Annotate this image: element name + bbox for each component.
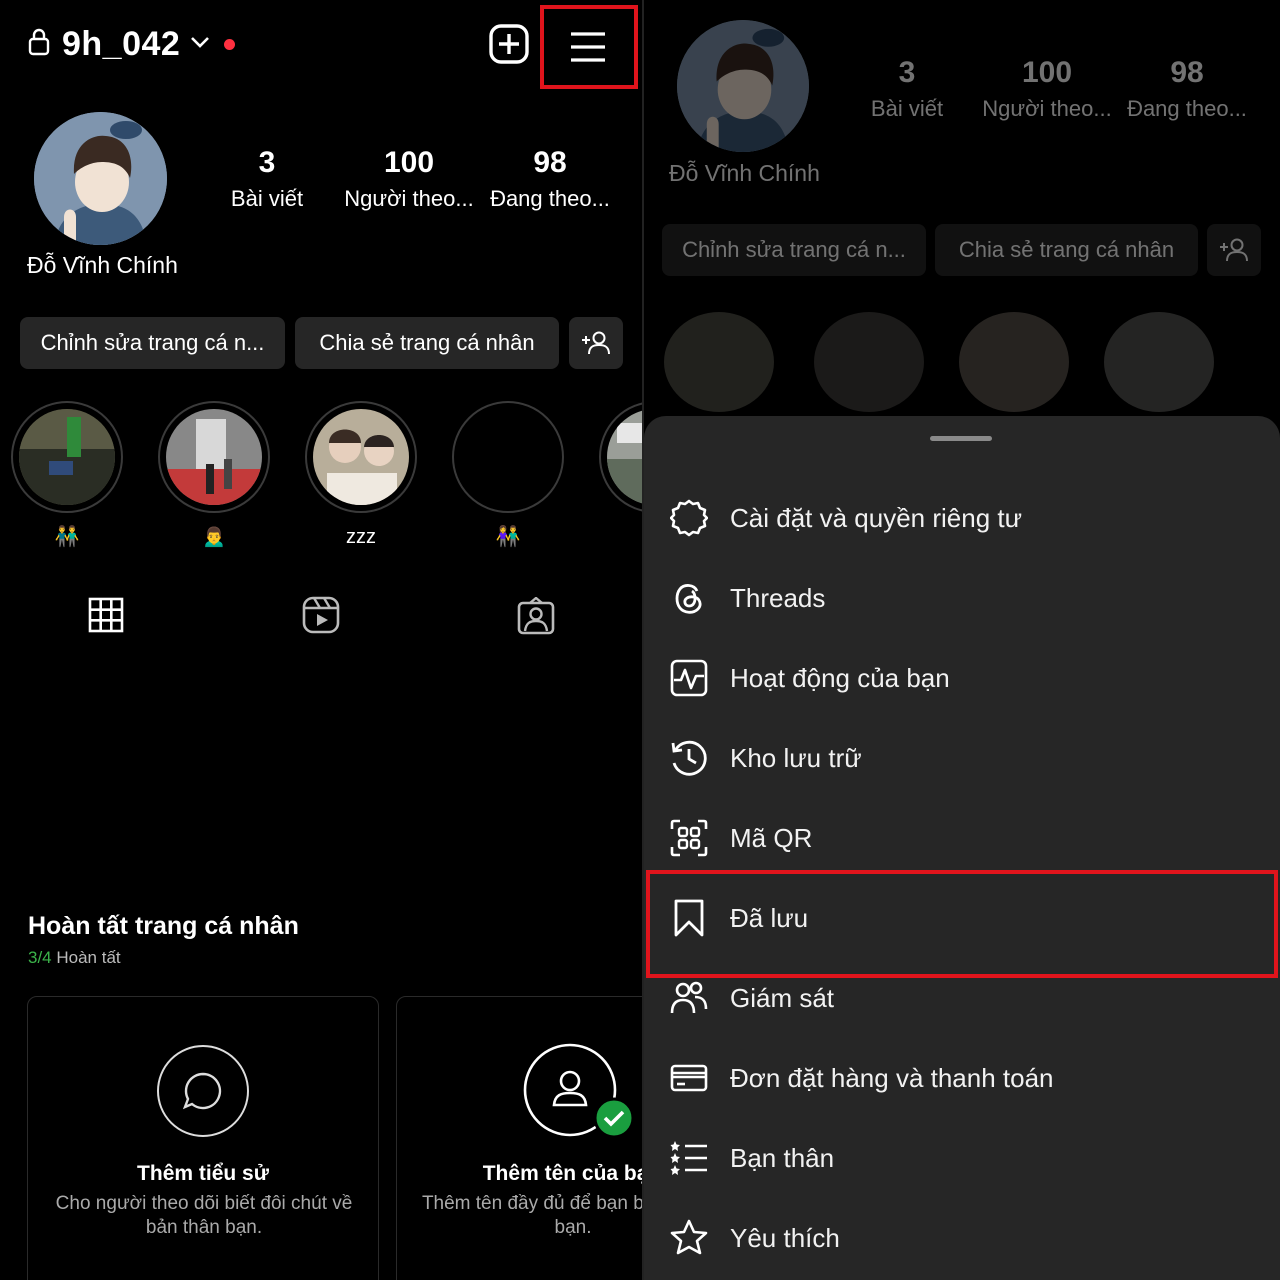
highlight-3-label: zzz: [346, 526, 376, 548]
stat-posts[interactable]: 3 Bài viết: [197, 146, 337, 212]
stat-followers-label-dimmed: Người theo...: [982, 96, 1112, 121]
star-icon: [670, 1219, 708, 1257]
edit-profile-button-dimmed: Chỉnh sửa trang cá n...: [662, 224, 926, 276]
menu-item-supervision-label: Giám sát: [730, 982, 835, 1013]
plus-square-icon: [489, 24, 529, 64]
speech-bubble-icon: [156, 1044, 250, 1143]
edit-profile-button[interactable]: Chỉnh sửa trang cá n...: [20, 317, 285, 369]
card-icon: [670, 1059, 708, 1097]
menu-highlight-box: [540, 5, 638, 89]
stat-posts-label-dimmed: Bài viết: [870, 96, 944, 121]
menu-bottom-sheet: Cài đặt và quyền riêng tư Threads Hoạt đ…: [644, 416, 1280, 1280]
card-add-bio-title: Thêm tiểu sử: [137, 1162, 269, 1185]
stat-followers-count: 100: [383, 146, 435, 179]
add-person-icon-dimmed: [1220, 238, 1248, 262]
menu-item-orders-payments-label: Đơn đặt hàng và thanh toán: [730, 1062, 1054, 1093]
complete-status-label: Hoàn tất: [56, 948, 121, 967]
stat-following-label-dimmed: Đang theo...: [1127, 96, 1247, 121]
card-add-name-desc: Thêm tên đầy đủ để bạn bè nhận ra bạn.: [421, 1193, 642, 1238]
stat-followers-dimmed: 100 Người theo...: [977, 56, 1117, 122]
stat-followers[interactable]: 100 Người theo...: [338, 146, 480, 212]
notification-dot: [224, 38, 236, 50]
menu-item-qr-code-label: Mã QR: [730, 822, 813, 853]
profile-avatar-dimmed: [677, 20, 809, 152]
menu-item-qr-code[interactable]: Mã QR: [644, 798, 1280, 878]
highlight-4[interactable]: [452, 401, 564, 513]
discover-people-button[interactable]: [569, 317, 623, 369]
tagged-person-icon: [517, 596, 555, 635]
menu-item-archive-label: Kho lưu trữ: [730, 742, 862, 773]
chevron-down-icon[interactable]: [190, 35, 210, 54]
check-circle-icon: [593, 1097, 635, 1144]
menu-item-settings[interactable]: Cài đặt và quyền riêng tư: [644, 478, 1280, 558]
stat-followers-label: Người theo...: [344, 186, 474, 211]
card-add-name-title: Thêm tên của bạn: [482, 1162, 642, 1185]
share-profile-button[interactable]: Chia sẻ trang cá nhân: [295, 317, 559, 369]
stat-posts-label: Bài viết: [230, 186, 304, 211]
stat-followers-count-dimmed: 100: [1021, 56, 1073, 89]
complete-progress: 3/4: [28, 948, 52, 967]
menu-item-threads[interactable]: Threads: [644, 558, 1280, 638]
supervision-icon: [670, 979, 708, 1017]
profile-screen: 9h_042 Đỗ Vĩnh Chính 3 Bài viết 100 Ngườ…: [0, 0, 642, 1280]
reels-icon: [302, 596, 340, 634]
discover-people-button-dimmed: [1207, 224, 1261, 276]
highlight-2[interactable]: [158, 401, 270, 513]
settings-icon: [670, 499, 708, 537]
blurred-highlights: [644, 300, 1280, 420]
threads-icon: [670, 579, 708, 617]
create-post-button[interactable]: [488, 23, 530, 70]
add-person-icon: [582, 331, 610, 355]
profile-avatar[interactable]: [34, 112, 167, 245]
saved-highlight-box: [646, 870, 1278, 978]
menu-item-archive[interactable]: Kho lưu trữ: [644, 718, 1280, 798]
sheet-drag-handle[interactable]: [930, 436, 992, 441]
menu-item-close-friends-label: Bạn thân: [730, 1142, 835, 1173]
menu-item-favorites-label: Yêu thích: [730, 1222, 840, 1253]
stat-following-count-dimmed: 98: [1170, 56, 1204, 89]
qr-code-icon: [670, 819, 708, 857]
card-add-name[interactable]: Thêm tên của bạn Thêm tên đầy đủ để bạn …: [396, 996, 642, 1280]
profile-top-bar: 9h_042: [28, 18, 236, 70]
stat-following[interactable]: 98 Đang theo...: [480, 146, 620, 212]
close-friends-icon: [670, 1139, 708, 1177]
complete-profile-status: 3/4 Hoàn tất: [28, 948, 121, 968]
archive-icon: [670, 739, 708, 777]
menu-item-activity-label: Hoạt động của bạn: [730, 662, 950, 693]
stat-following-count: 98: [533, 146, 567, 179]
username[interactable]: 9h_042: [62, 25, 180, 64]
activity-icon: [670, 659, 708, 697]
highlight-2-label: 🙍‍♂️: [201, 526, 227, 548]
grid-icon: [88, 597, 124, 633]
menu-item-orders-payments[interactable]: Đơn đặt hàng và thanh toán: [644, 1038, 1280, 1118]
stat-posts-count-dimmed: 3: [898, 56, 916, 89]
card-add-bio[interactable]: Thêm tiểu sử Cho người theo dõi biết đôi…: [27, 996, 379, 1280]
stat-posts-count: 3: [258, 146, 276, 179]
tab-tagged[interactable]: [517, 596, 555, 640]
menu-item-activity[interactable]: Hoạt động của bạn: [644, 638, 1280, 718]
menu-item-favorites[interactable]: Yêu thích: [644, 1198, 1280, 1278]
stat-following-dimmed: 98 Đang theo...: [1117, 56, 1257, 122]
stat-following-label: Đang theo...: [490, 186, 610, 211]
menu-item-threads-label: Threads: [730, 582, 826, 613]
highlight-3[interactable]: [305, 401, 417, 513]
card-add-bio-desc: Cho người theo dõi biết đôi chút về bản …: [55, 1193, 353, 1238]
display-name: Đỗ Vĩnh Chính: [27, 252, 178, 278]
tab-posts-grid[interactable]: [88, 597, 124, 638]
complete-profile-title: Hoàn tất trang cá nhân: [28, 912, 299, 940]
stat-posts-dimmed: 3 Bài viết: [837, 56, 977, 122]
highlight-5[interactable]: [599, 401, 642, 513]
highlight-1[interactable]: [11, 401, 123, 513]
highlight-4-label: 👫: [495, 526, 521, 548]
tab-reels[interactable]: [302, 596, 340, 639]
display-name-dimmed: Đỗ Vĩnh Chính: [669, 160, 820, 186]
lock-icon: [28, 28, 50, 61]
menu-item-close-friends[interactable]: Bạn thân: [644, 1118, 1280, 1198]
highlight-1-label: 👬: [54, 526, 80, 548]
menu-screen: Đỗ Vĩnh Chính 3 Bài viết 100 Người theo.…: [644, 0, 1280, 1280]
share-profile-button-dimmed: Chia sẻ trang cá nhân: [935, 224, 1198, 276]
menu-item-settings-label: Cài đặt và quyền riêng tư: [730, 502, 1023, 533]
